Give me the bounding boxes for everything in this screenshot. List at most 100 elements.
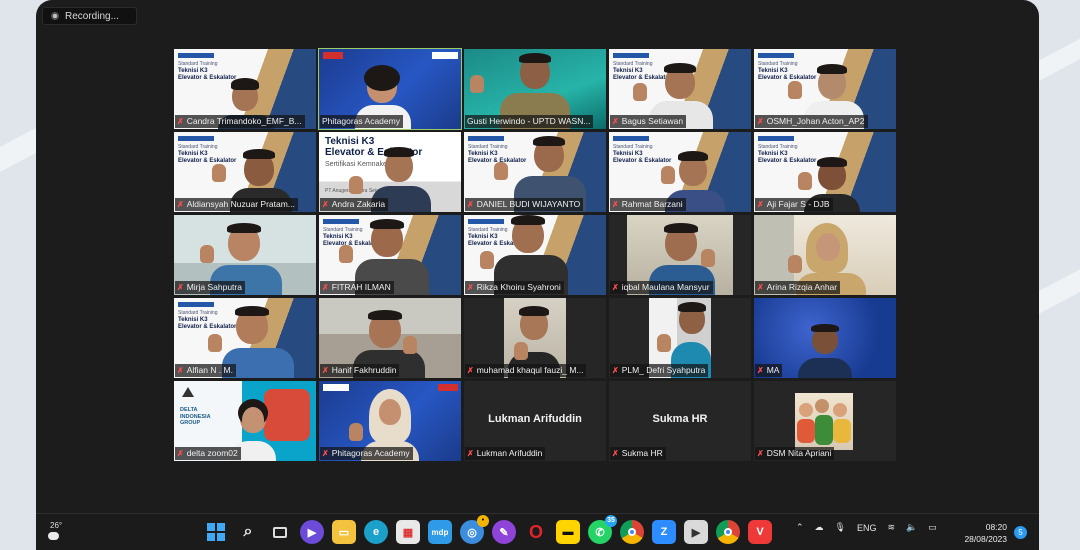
participant-name: Rahmat Barzani bbox=[621, 199, 683, 209]
participant-tile[interactable]: ✗ iqbal Maulana Mansyur bbox=[609, 215, 751, 295]
sticky-notes-icon[interactable]: ▬ bbox=[556, 520, 580, 544]
recording-indicator[interactable]: Recording... bbox=[42, 7, 137, 25]
participant-tile[interactable]: ✗ Phitagoras Academy bbox=[319, 381, 461, 461]
participant-name: Lukman Arifuddin bbox=[476, 448, 543, 458]
weather-widget[interactable]: 26° bbox=[50, 521, 62, 530]
participant-name: Rikza Khoiru Syahroni bbox=[476, 282, 561, 292]
participant-name: Sukma HR bbox=[621, 448, 663, 458]
mic-muted-icon: ✗ bbox=[177, 449, 184, 458]
mic-muted-icon: ✗ bbox=[322, 449, 329, 458]
store-icon[interactable]: ▦ bbox=[396, 520, 420, 544]
gallery-grid: Standard Training Teknisi K3 Elevator & Es… bbox=[174, 48, 896, 461]
participant-tile[interactable]: ✗ muhamad khaqul fauzi_ M... bbox=[464, 298, 606, 378]
whatsapp-icon[interactable]: ✆ 35 bbox=[588, 515, 617, 544]
mdp-icon[interactable]: mdp bbox=[428, 520, 452, 544]
mic-muted-icon: ✗ bbox=[177, 366, 184, 375]
mic-muted-icon: ✗ bbox=[757, 200, 764, 209]
chrome-icon[interactable] bbox=[620, 520, 644, 544]
time: 08:20 bbox=[985, 522, 1007, 532]
mic-muted-icon: ✗ bbox=[757, 449, 764, 458]
microphone-icon[interactable]: 🎙 bbox=[835, 522, 846, 533]
participant-tile-speaking[interactable]: Phitagoras Academy bbox=[318, 48, 462, 130]
participant-tile[interactable]: Standard Training Teknisi K3 Elevator & Es… bbox=[609, 49, 751, 129]
participant-tile[interactable]: Standard Training Teknisi K3 Elevator & Es… bbox=[754, 49, 896, 129]
system-tray: ⌃ ☁ 🎙 ENG ≋ 🔈 ▭ bbox=[796, 522, 937, 533]
mic-muted-icon: ✗ bbox=[757, 117, 764, 126]
mic-muted-icon: ✗ bbox=[612, 117, 619, 126]
profile-picture bbox=[795, 393, 853, 450]
participant-name: muhamad khaqul fauzi_ M... bbox=[476, 365, 584, 375]
participant-tile[interactable]: Standard Training Teknisi K3 Elevator & Es… bbox=[174, 132, 316, 212]
mic-muted-icon: ✗ bbox=[467, 449, 474, 458]
video-player-icon[interactable]: ▶ bbox=[684, 520, 708, 544]
participant-name: Phitagoras Academy bbox=[322, 116, 400, 126]
participant-tile[interactable]: ✗ Hanif Fakhruddin bbox=[319, 298, 461, 378]
zoom-icon[interactable]: Z bbox=[652, 520, 676, 544]
chrome-2-icon[interactable] bbox=[716, 520, 740, 544]
participant-tile[interactable]: Teknisi K3 Elevator & Eskalator Sertifikas… bbox=[319, 132, 461, 212]
participant-tile[interactable]: Standard Training Teknisi K3 Elevator & Es… bbox=[174, 298, 316, 378]
participant-name: Aji Fajar S - DJB bbox=[766, 199, 830, 209]
participant-name: Candra Trimandoko_EMF_B... bbox=[186, 116, 302, 126]
participant-tile[interactable]: Standard Training Teknisi K3 Elevator & Es… bbox=[174, 49, 316, 129]
participant-tile[interactable]: ✗ PLM_ Defri Syahputra bbox=[609, 298, 751, 378]
participant-tile[interactable]: Standard Training Teknisi K3 Elevator & Es… bbox=[319, 215, 461, 295]
participant-tile[interactable]: ✗ DSM Nita Apriani bbox=[754, 381, 896, 461]
participant-name: Mirja Sahputra bbox=[186, 282, 242, 292]
recording-label: Recording... bbox=[65, 10, 119, 22]
participant-display-name: Lukman Arifuddin bbox=[488, 413, 582, 425]
record-icon bbox=[51, 12, 59, 20]
network-cloud-icon[interactable]: ☁ bbox=[815, 522, 824, 533]
participant-tile[interactable]: ✗ MA bbox=[754, 298, 896, 378]
notes-icon[interactable]: ✎ bbox=[492, 520, 516, 544]
participant-name: iqbal Maulana Mansyur bbox=[621, 282, 710, 292]
mic-muted-icon: ✗ bbox=[612, 449, 619, 458]
participant-name: Alfian N . M. bbox=[186, 365, 233, 375]
participant-tile[interactable]: ✗ Mirja Sahputra bbox=[174, 215, 316, 295]
mic-muted-icon: ✗ bbox=[322, 200, 329, 209]
mic-muted-icon: ✗ bbox=[322, 283, 329, 292]
opera-icon[interactable]: O bbox=[524, 520, 548, 544]
edge-icon[interactable]: e bbox=[364, 520, 388, 544]
participant-name: DSM Nita Apriani bbox=[766, 448, 832, 458]
mic-muted-icon: ✗ bbox=[467, 366, 474, 375]
participant-tile[interactable]: Standard Training Teknisi K3 Elevator & Es… bbox=[464, 215, 606, 295]
clock[interactable]: 08:20 28/08/2023 bbox=[964, 521, 1007, 545]
participant-name: Phitagoras Academy bbox=[331, 448, 410, 458]
chrome-profile-icon[interactable]: ◎ • bbox=[460, 515, 489, 544]
vivaldi-icon[interactable]: V bbox=[748, 520, 772, 544]
battery-icon[interactable]: ▭ bbox=[928, 522, 937, 533]
date: 28/08/2023 bbox=[964, 534, 1007, 544]
mic-muted-icon: ✗ bbox=[467, 200, 474, 209]
mic-muted-icon: ✗ bbox=[612, 283, 619, 292]
taskbar-apps: ⌕ ▶ ▭ e ▦ mdp ◎ • ✎ O ▬ ✆ 35 Z ▶ V bbox=[204, 515, 772, 544]
participant-tile[interactable]: Standard Training Teknisi K3 Elevator & Es… bbox=[464, 132, 606, 212]
windows-start-icon[interactable] bbox=[204, 520, 228, 544]
zoom-window: Recording... Standard Training Teknisi K3… bbox=[36, 0, 1039, 550]
mic-muted-icon: ✗ bbox=[177, 200, 184, 209]
participant-tile[interactable]: Standard Training Teknisi K3 Elevator & Es… bbox=[609, 132, 751, 212]
participant-tile[interactable]: Standard Training Teknisi K3 Elevator & Es… bbox=[754, 132, 896, 212]
language-indicator[interactable]: ENG bbox=[857, 523, 877, 533]
file-explorer-icon[interactable]: ▭ bbox=[332, 520, 356, 544]
volume-icon[interactable]: 🔈 bbox=[906, 522, 917, 533]
participant-display-name: Sukma HR bbox=[652, 413, 708, 425]
meet-icon[interactable]: ▶ bbox=[300, 520, 324, 544]
participant-tile-no-video[interactable]: Sukma HR ✗ Sukma HR bbox=[609, 381, 751, 461]
participant-tile-no-video[interactable]: Lukman Arifuddin ✗ Lukman Arifuddin bbox=[464, 381, 606, 461]
search-icon[interactable]: ⌕ bbox=[236, 520, 260, 544]
participant-tile[interactable]: DELTA INDONESIA GROUP ✗ delta zoom02 bbox=[174, 381, 316, 461]
chevron-up-icon[interactable]: ⌃ bbox=[796, 522, 804, 533]
mic-muted-icon: ✗ bbox=[757, 283, 764, 292]
notification-badge[interactable]: 5 bbox=[1014, 526, 1027, 539]
participant-name: FITRAH ILMAN bbox=[331, 282, 391, 292]
participant-tile[interactable]: ✗ Arina Rizqia Anhar bbox=[754, 215, 896, 295]
delta-logo-text: DELTA INDONESIA GROUP bbox=[180, 407, 211, 426]
participant-tile[interactable]: Gusti Herwindo - UPTD WASN... bbox=[464, 49, 606, 129]
mic-muted-icon: ✗ bbox=[612, 200, 619, 209]
mic-muted-icon: ✗ bbox=[177, 283, 184, 292]
windows-taskbar: 26° ⌕ ▶ ▭ e ▦ mdp ◎ • ✎ O ▬ ✆ 35 Z ▶ V ⌃ ☁… bbox=[36, 513, 1039, 550]
wifi-icon[interactable]: ≋ bbox=[888, 522, 896, 533]
task-view-icon[interactable] bbox=[268, 520, 292, 544]
cloud-icon bbox=[48, 532, 59, 540]
